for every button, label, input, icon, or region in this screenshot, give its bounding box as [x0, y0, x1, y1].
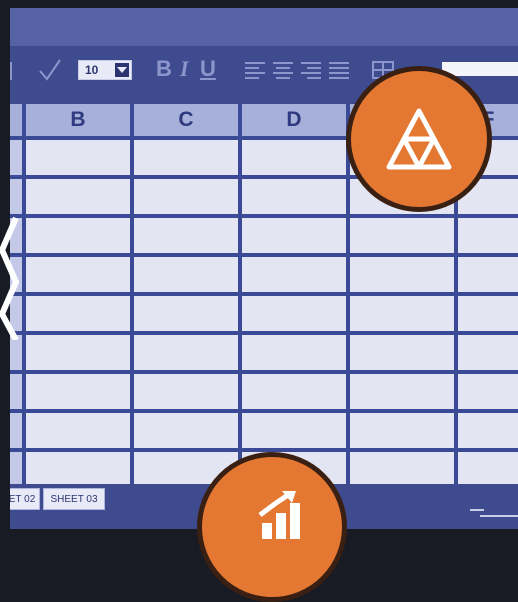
column-header-d[interactable]: D [242, 104, 346, 136]
grid-cell[interactable] [26, 335, 130, 370]
grid-cell[interactable] [350, 296, 454, 331]
paste-icon[interactable] [10, 58, 16, 82]
minimize-icon[interactable] [470, 508, 518, 518]
grid-cell[interactable] [26, 452, 130, 487]
row-header-cell[interactable] [10, 335, 22, 370]
row-header-cell[interactable] [10, 140, 22, 175]
grid-cell[interactable] [350, 374, 454, 409]
row-header-cell[interactable] [10, 452, 22, 487]
underline-button[interactable]: U [200, 56, 216, 82]
italic-button[interactable]: I [180, 56, 189, 82]
row-header-cell[interactable] [10, 179, 22, 214]
grid-cell[interactable] [134, 413, 238, 448]
triangle-layers-icon [386, 108, 452, 170]
grid-cell[interactable] [458, 218, 518, 253]
chevron-down-icon[interactable] [115, 63, 129, 77]
grid-cell[interactable] [26, 257, 130, 292]
grid-cell[interactable] [26, 140, 130, 175]
grid-cell[interactable] [134, 257, 238, 292]
font-size-value: 10 [85, 63, 99, 77]
grid-cell[interactable] [26, 374, 130, 409]
row-header-cell[interactable] [10, 413, 22, 448]
grid-cell[interactable] [26, 218, 130, 253]
growth-badge[interactable] [197, 452, 347, 602]
grid-cell[interactable] [242, 218, 346, 253]
align-right-icon[interactable] [300, 60, 322, 80]
justify-icon[interactable] [328, 60, 350, 80]
growth-chart-icon [258, 491, 300, 539]
grid-cell[interactable] [134, 335, 238, 370]
grid-cell[interactable] [242, 179, 346, 214]
grid-cell[interactable] [134, 140, 238, 175]
grid-cell[interactable] [134, 374, 238, 409]
grid-cell[interactable] [242, 140, 346, 175]
grid-cell[interactable] [458, 296, 518, 331]
column-header-b[interactable]: B [26, 104, 130, 136]
grid-cell[interactable] [242, 413, 346, 448]
grid-cell[interactable] [26, 179, 130, 214]
align-center-icon[interactable] [272, 60, 294, 80]
font-size-select[interactable]: 10 [78, 60, 132, 80]
grid-cell[interactable] [458, 374, 518, 409]
row-header-cell[interactable] [10, 374, 22, 409]
grid-cell[interactable] [350, 257, 454, 292]
grid-cell[interactable] [242, 257, 346, 292]
grid-cell[interactable] [26, 413, 130, 448]
grid-cell[interactable] [134, 179, 238, 214]
align-left-icon[interactable] [244, 60, 266, 80]
grid-cell[interactable] [242, 335, 346, 370]
row-header-column [10, 104, 22, 136]
grid-cell[interactable] [350, 218, 454, 253]
grid-cell[interactable] [134, 218, 238, 253]
grid-cell[interactable] [350, 413, 454, 448]
grid-cell[interactable] [458, 257, 518, 292]
title-bar [10, 8, 518, 46]
grid-cell[interactable] [350, 335, 454, 370]
grid-cell[interactable] [458, 413, 518, 448]
grid-cell[interactable] [26, 296, 130, 331]
bold-button[interactable]: B [156, 56, 172, 82]
grid-cell[interactable] [242, 296, 346, 331]
chevron-left-icon [0, 216, 19, 340]
column-header-c[interactable]: C [134, 104, 238, 136]
check-icon[interactable] [38, 58, 62, 82]
sheet-tab-02[interactable]: ET 02 [10, 488, 40, 510]
sheet-tab-03[interactable]: SHEET 03 [43, 488, 105, 510]
grid-cell[interactable] [350, 452, 454, 487]
grid-cell[interactable] [458, 335, 518, 370]
grid-cell[interactable] [134, 296, 238, 331]
grid-cell[interactable] [458, 452, 518, 487]
triangle-badge[interactable] [346, 66, 492, 212]
grid-cell[interactable] [242, 374, 346, 409]
